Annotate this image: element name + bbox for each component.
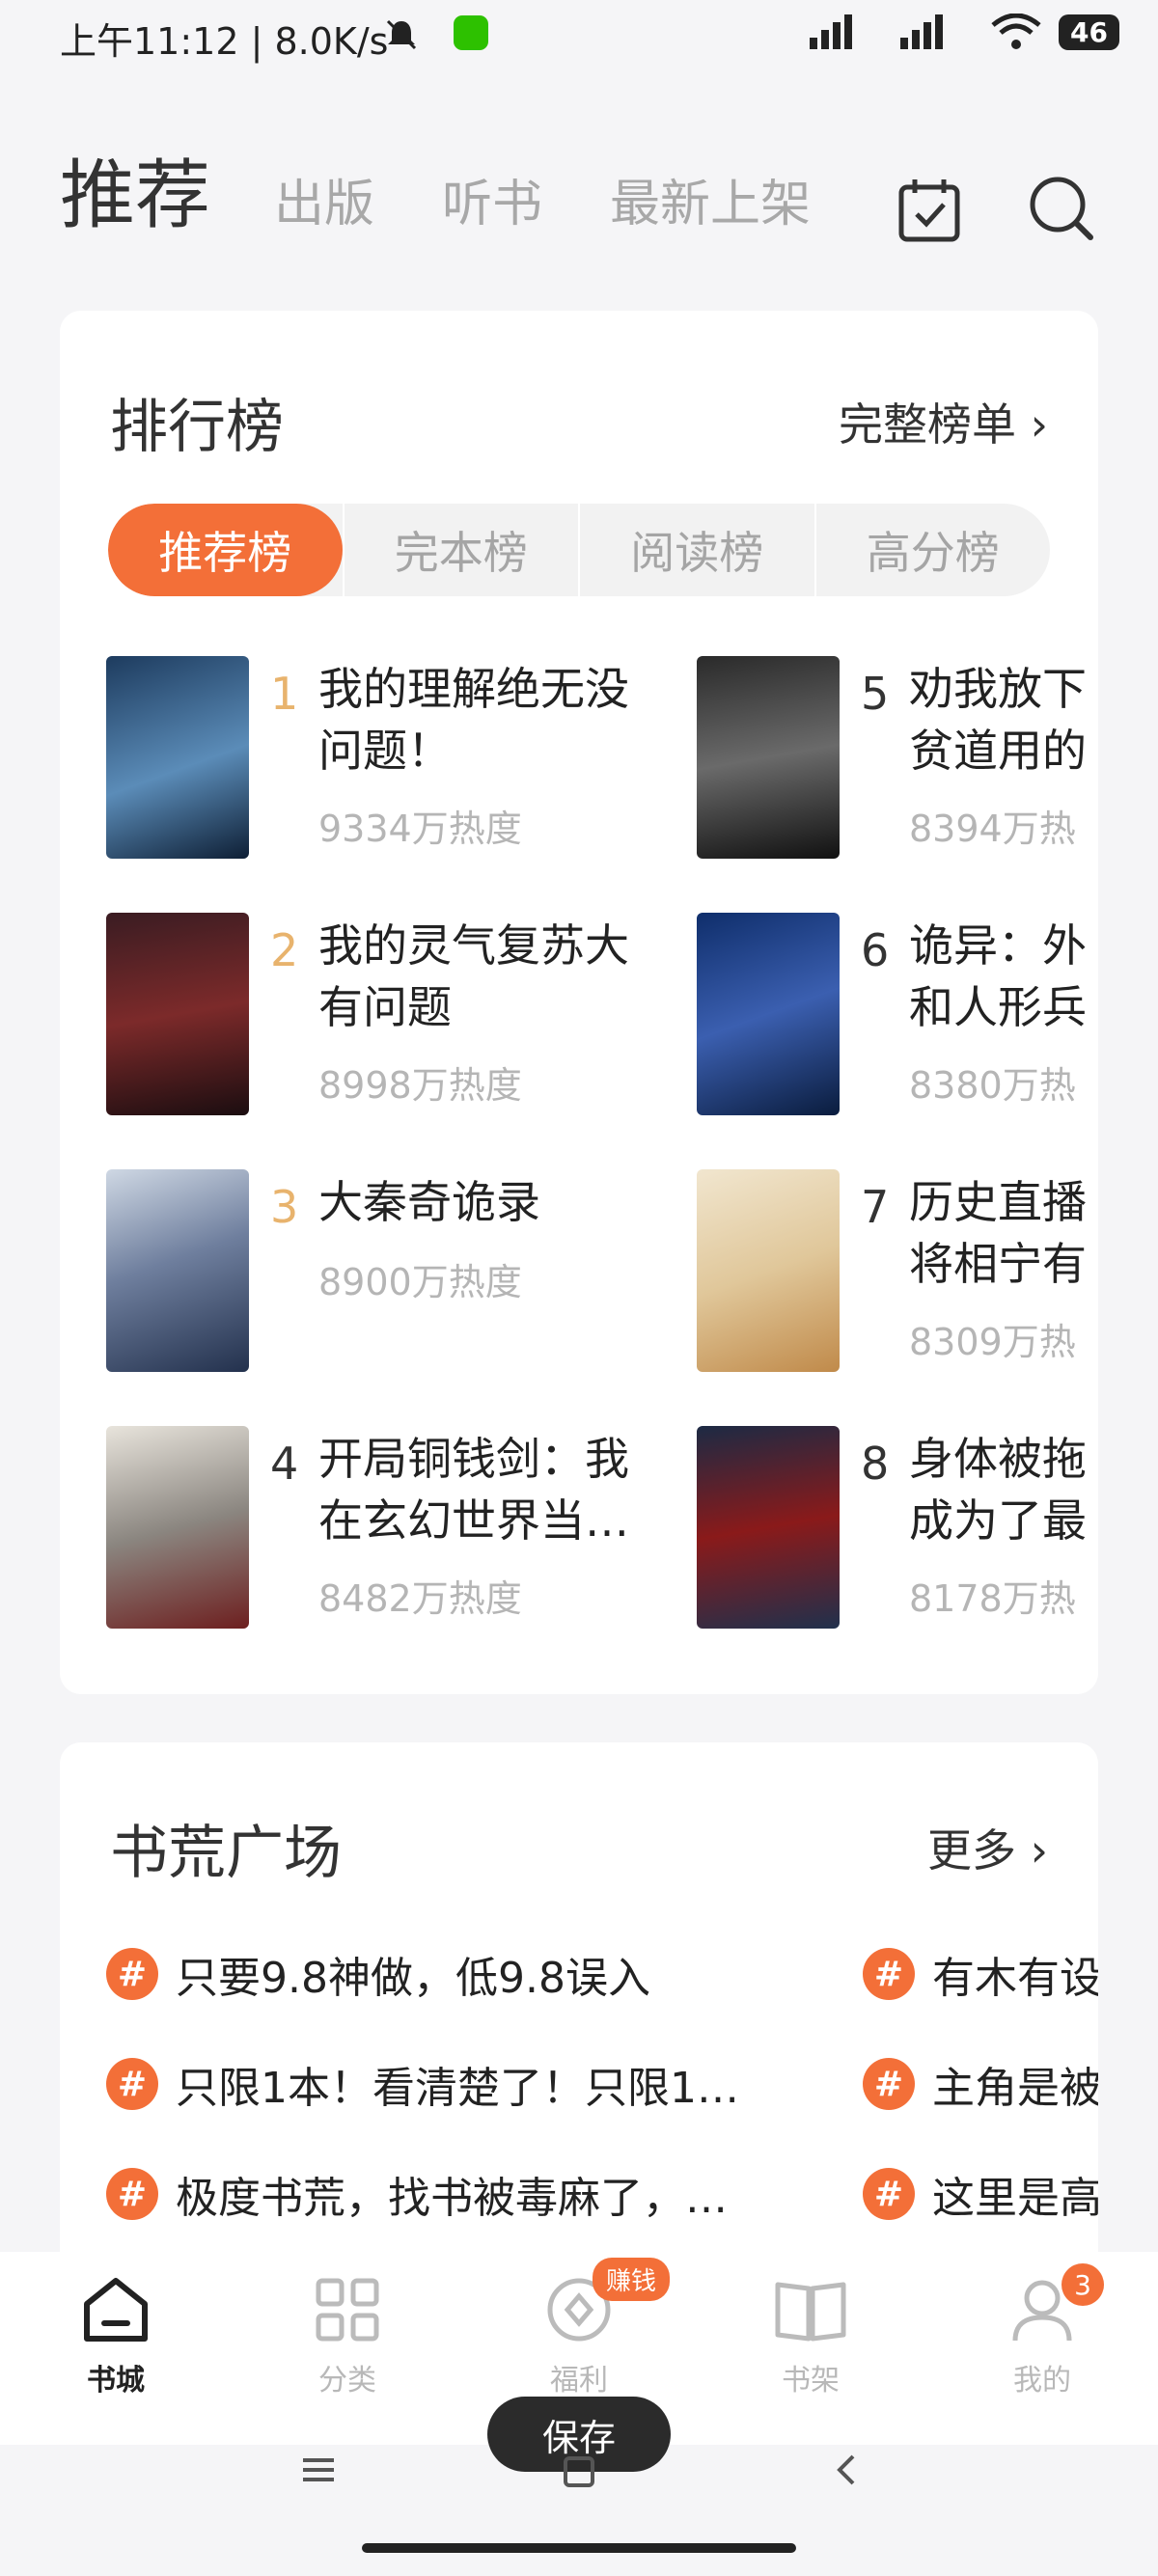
book-title: 大秦奇诡录 (318, 1176, 540, 1228)
list-item[interactable]: 4 开局铜钱剑：我 在玄幻世界当… 8482万热度 (106, 1426, 647, 1629)
nav-bookstore[interactable]: 书城 (39, 2275, 193, 2398)
hashtag-icon: # (106, 1948, 158, 2000)
heat-count: 9334万热度 (318, 808, 522, 850)
heat-count: 8309万热 (909, 1321, 1076, 1363)
tab-recommend[interactable]: 推荐 (60, 135, 210, 243)
grid-icon (316, 2278, 379, 2342)
rank-number: 3 (270, 1181, 299, 1233)
wechat-icon (454, 15, 488, 50)
menu-icon[interactable] (299, 2451, 338, 2489)
home-indicator[interactable] (362, 2543, 796, 2553)
rank-number: 6 (861, 924, 890, 976)
hashtag-icon: # (106, 2058, 158, 2110)
nav-category[interactable]: 分类 (270, 2275, 425, 2398)
rank-number: 2 (270, 924, 299, 976)
book-title: 我的灵气复苏大 有问题 (318, 919, 629, 1033)
rank-number: 1 (270, 668, 299, 720)
wifi-icon (991, 14, 1041, 49)
segment-completed[interactable]: 完本榜 (342, 504, 579, 596)
hashtag-icon: # (863, 1948, 915, 2000)
open-book-icon (775, 2282, 846, 2342)
topic-tag[interactable]: # 主角是被 (863, 2053, 1098, 2115)
book-cover (106, 913, 249, 1115)
topic-tag[interactable]: # 只限1本！看清楚了！只限1… (106, 2053, 739, 2115)
book-title: 诡异：外 和人形兵 (909, 919, 1087, 1033)
plaza-title: 书荒广场 (110, 1820, 342, 1887)
signal-icon (810, 14, 853, 49)
segment-high-score[interactable]: 高分榜 (813, 504, 1051, 596)
rank-number: 7 (861, 1181, 890, 1233)
more-link[interactable]: 更多 › (927, 1816, 1048, 1879)
heat-count: 8380万热 (909, 1064, 1076, 1107)
calendar-check-icon[interactable] (896, 176, 963, 245)
topic-tag[interactable]: # 有木有设 (863, 1943, 1098, 2005)
earn-badge: 赚钱 (593, 2258, 671, 2301)
book-cover (106, 656, 249, 859)
segment-recommend[interactable]: 推荐榜 (108, 504, 343, 596)
list-item[interactable]: 7 历史直播 将相宁有 8309万热 (697, 1169, 1098, 1372)
notification-badge: 3 (1062, 2263, 1104, 2306)
hashtag-icon: # (106, 2168, 158, 2220)
status-time: 上午11:12 | 8.0K/s (60, 20, 389, 63)
list-item[interactable]: 3 大秦奇诡录 8900万热度 (106, 1169, 647, 1372)
topic-tag[interactable]: # 极度书荒，找书被毒麻了，… (106, 2163, 728, 2225)
book-cover (697, 1169, 840, 1372)
heat-count: 8394万热 (909, 808, 1076, 850)
ranking-card: 排行榜 完整榜单 › 推荐榜 完本榜 阅读榜 高分榜 1 我的理解绝无没 问题！ … (60, 311, 1098, 1694)
heat-count: 8998万热度 (318, 1064, 522, 1107)
book-cover (106, 1426, 249, 1629)
book-cover (697, 913, 840, 1115)
book-cover (697, 656, 840, 859)
search-icon[interactable] (1027, 174, 1096, 243)
rank-number: 4 (270, 1438, 299, 1490)
book-title: 我的理解绝无没 问题！ (318, 663, 629, 777)
rank-number: 5 (861, 668, 890, 720)
segment-reading[interactable]: 阅读榜 (578, 504, 814, 596)
hashtag-icon: # (863, 2168, 915, 2220)
tab-publish[interactable]: 出版 (274, 163, 374, 235)
ranking-segmented-control: 推荐榜 完本榜 阅读榜 高分榜 (108, 504, 1050, 596)
book-title: 劝我放下 贫道用的 (909, 663, 1087, 777)
back-icon[interactable] (832, 2451, 861, 2489)
book-title: 开局铜钱剑：我 在玄幻世界当… (318, 1433, 629, 1547)
book-cover (106, 1169, 249, 1372)
book-title: 身体被拖 成为了最 (909, 1433, 1087, 1547)
list-item[interactable]: 5 劝我放下 贫道用的 8394万热 (697, 656, 1098, 859)
nav-bookshelf[interactable]: 书架 (733, 2275, 888, 2398)
topic-tag[interactable]: # 只要9.8神做，低9.8误入 (106, 1943, 650, 2005)
tab-new-arrivals[interactable]: 最新上架 (610, 163, 811, 235)
heat-count: 8482万热度 (318, 1577, 522, 1620)
ranking-title: 排行榜 (110, 394, 284, 461)
topic-tag[interactable]: # 这里是高 (863, 2163, 1098, 2225)
heat-count: 8900万热度 (318, 1261, 522, 1303)
full-list-link[interactable]: 完整榜单 › (839, 390, 1048, 453)
home-square-icon[interactable] (562, 2451, 596, 2489)
top-tab-bar: 推荐 出版 听书 最新上架 (60, 135, 878, 243)
tab-audiobook[interactable]: 听书 (442, 163, 542, 235)
signal-icon-2 (900, 14, 944, 49)
list-item[interactable]: 1 我的理解绝无没 问题！ 9334万热度 (106, 656, 647, 859)
heat-count: 8178万热 (909, 1577, 1076, 1620)
hashtag-icon: # (863, 2058, 915, 2110)
list-item[interactable]: 6 诡异：外 和人形兵 8380万热 (697, 913, 1098, 1115)
list-item[interactable]: 8 身体被拖 成为了最 8178万热 (697, 1426, 1098, 1629)
status-bar: 上午11:12 | 8.0K/s 46 (0, 0, 1158, 77)
book-cover (697, 1426, 840, 1629)
mute-bell-icon (386, 19, 417, 50)
book-title: 历史直播 将相宁有 (909, 1176, 1087, 1290)
battery-indicator: 46 (1059, 14, 1119, 50)
home-icon (84, 2278, 148, 2342)
rank-number: 8 (861, 1438, 890, 1490)
list-item[interactable]: 2 我的灵气复苏大 有问题 8998万热度 (106, 913, 647, 1115)
